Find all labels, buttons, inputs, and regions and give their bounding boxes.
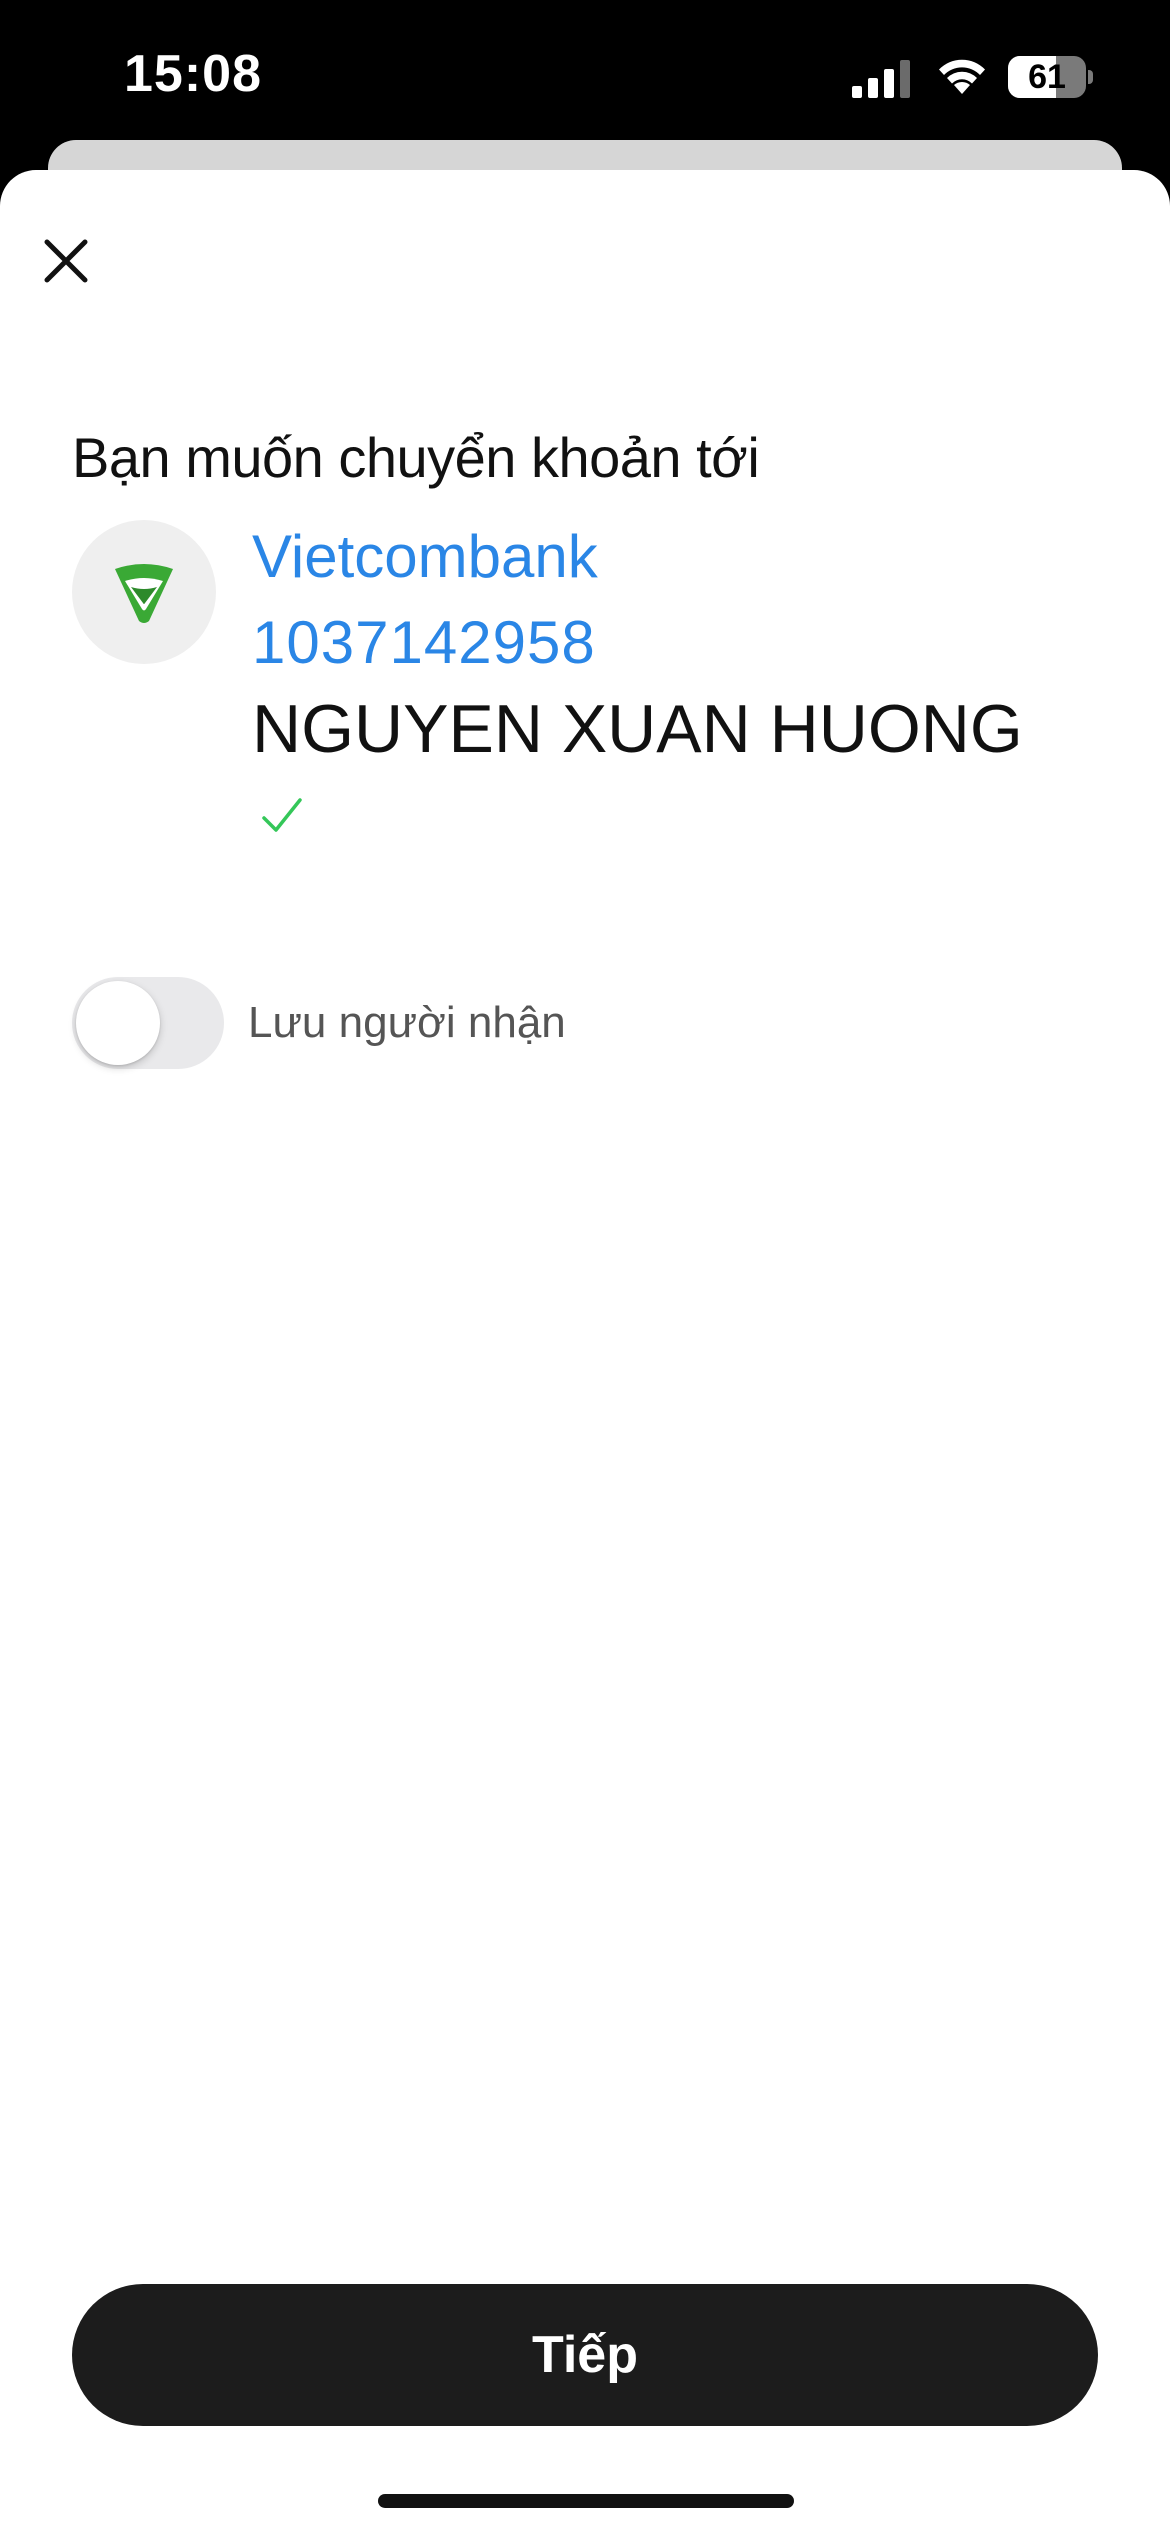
battery-tip [1088,70,1093,84]
bank-logo [72,520,216,664]
status-time: 15:08 [124,45,262,103]
close-icon [44,239,88,283]
account-number: 1037142958 [252,609,596,676]
battery-body: 61 [1008,56,1086,98]
battery-level: 61 [1028,58,1066,96]
save-recipient-label: Lưu người nhận [248,998,566,1047]
status-bar: 15:08 61 [0,0,1170,150]
transfer-sheet: Bạn muốn chuyển khoản tới Vietcombank 10… [0,170,1170,2532]
battery-icon: 61 [1008,56,1093,98]
account-holder-name: NGUYEN XUAN HUONG [252,691,1023,767]
checkmark-icon [262,798,302,832]
page-title: Bạn muốn chuyển khoản tới [72,426,760,489]
cellular-signal-icon [852,60,910,98]
bank-name: Vietcombank [252,523,598,590]
toggle-knob [76,981,160,1065]
close-button[interactable] [30,225,102,297]
vietcombank-logo-icon [115,564,173,623]
home-indicator [378,2494,794,2508]
save-recipient-toggle[interactable] [72,977,224,1069]
save-recipient-row: Lưu người nhận [72,975,566,1071]
screen: 15:08 61 Bạn muốn chuyển khoản tới Vietc… [0,0,1170,2532]
continue-button[interactable]: Tiếp [72,2284,1098,2426]
continue-button-label: Tiếp [532,2326,638,2384]
wifi-icon [939,59,985,94]
